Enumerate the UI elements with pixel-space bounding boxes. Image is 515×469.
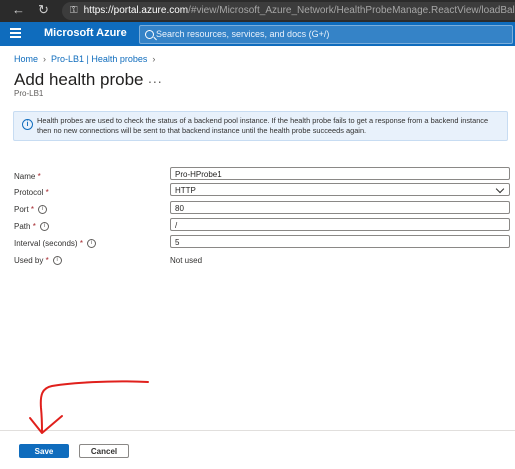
interval-field[interactable]: 5	[170, 235, 510, 248]
chevron-right-icon: ›	[152, 54, 156, 64]
info-icon: i	[22, 119, 33, 130]
info-icon[interactable]: i	[52, 256, 62, 266]
site-info-icon[interactable]: ⚿	[70, 2, 78, 20]
cancel-button[interactable]: Cancel	[79, 444, 129, 458]
search-input[interactable]: Search resources, services, and docs (G+…	[139, 25, 513, 44]
chevron-down-icon	[495, 184, 505, 194]
protocol-value: HTTP	[175, 186, 196, 195]
more-options-icon[interactable]: ...	[148, 70, 163, 86]
browser-bar: ← ↻ ⚿ https://portal.azure.com/#view/Micr…	[0, 0, 515, 22]
breadcrumb: Home › Pro-LB1 | Health probes ›	[14, 54, 160, 64]
protocol-select[interactable]: HTTP	[170, 183, 510, 196]
info-icon[interactable]: i	[86, 239, 96, 249]
address-bar[interactable]: ⚿ https://portal.azure.com/#view/Microsof…	[62, 2, 515, 20]
info-icon[interactable]: i	[38, 205, 48, 215]
url-host: https://portal.azure.com	[83, 5, 189, 16]
refresh-icon[interactable]: ↻	[38, 3, 49, 17]
breadcrumb-home[interactable]: Home	[14, 54, 38, 64]
page-subtitle: Pro-LB1	[14, 89, 44, 98]
url-path: /#view/Microsoft_Azure_Network/HealthPro…	[188, 5, 515, 16]
chevron-right-icon: ›	[43, 54, 47, 64]
path-field[interactable]: /	[170, 218, 510, 231]
search-placeholder: Search resources, services, and docs (G+…	[156, 29, 330, 39]
breadcrumb-health-probes[interactable]: Pro-LB1 | Health probes	[51, 54, 147, 64]
protocol-label: Protocol *	[14, 188, 49, 197]
search-icon	[145, 30, 154, 39]
info-text: Health probes are used to check the stat…	[37, 116, 489, 135]
name-field[interactable]: Pro-HProbe1	[170, 167, 510, 180]
info-icon[interactable]: i	[39, 222, 49, 232]
name-label: Name *	[14, 172, 41, 181]
footer-bar: Save Cancel	[0, 430, 515, 469]
annotation-arrow-shaft	[39, 380, 149, 433]
path-label: Path * i	[14, 222, 49, 232]
interval-label: Interval (seconds) * i	[14, 239, 96, 249]
info-banner: i Health probes are used to check the st…	[13, 111, 508, 141]
back-icon[interactable]: ←	[12, 3, 25, 17]
used-by-label: Used by * i	[14, 256, 62, 266]
brand-name[interactable]: Microsoft Azure	[44, 27, 127, 39]
port-label: Port * i	[14, 205, 48, 215]
azure-top-bar: Microsoft Azure Search resources, servic…	[0, 22, 515, 46]
port-field[interactable]: 80	[170, 201, 510, 214]
used-by-value: Not used	[170, 256, 203, 265]
page-title: Add health probe	[14, 70, 144, 89]
menu-icon[interactable]	[10, 28, 21, 38]
save-button[interactable]: Save	[19, 444, 69, 458]
